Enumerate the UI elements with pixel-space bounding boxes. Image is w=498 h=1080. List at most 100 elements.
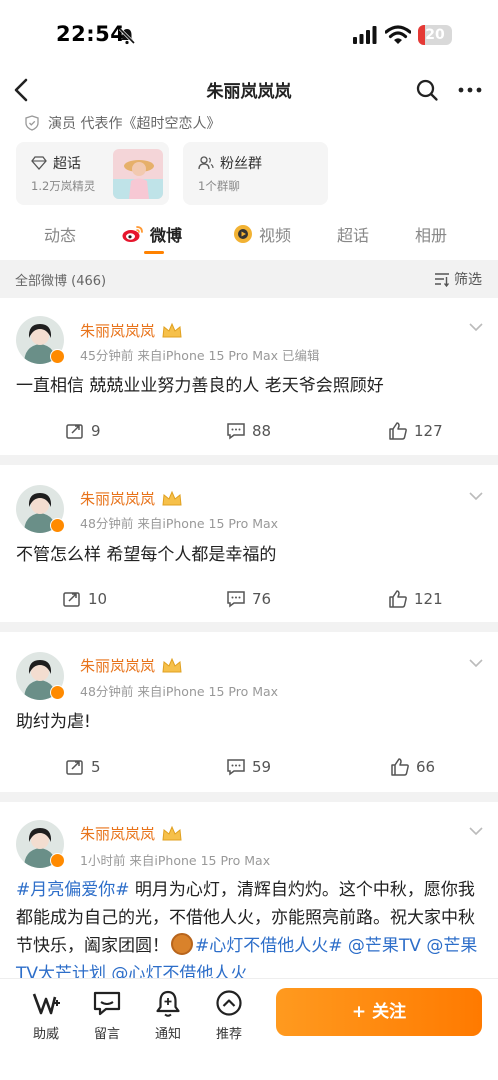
post-meta: 45分钟前 来自iPhone 15 Pro Max 已编辑: [80, 348, 320, 363]
like-button[interactable]: 66: [390, 757, 435, 777]
chaohua-title: 超话: [31, 153, 81, 173]
post-author[interactable]: 朱丽岚岚岚: [80, 320, 183, 341]
message-label: 留言: [93, 1027, 120, 1042]
mooncake-icon: [171, 933, 193, 955]
repost-icon: [63, 592, 80, 607]
comment-count: 59: [252, 758, 272, 776]
author-name: 朱丽岚岚岚: [80, 322, 156, 340]
repost-count: 9: [91, 422, 101, 440]
people-icon: [198, 156, 214, 170]
video-icon: [234, 225, 252, 243]
fans-group-card[interactable]: 粉丝群 1个群聊: [183, 142, 328, 205]
filter-label: 筛选: [454, 272, 482, 288]
bell-plus-icon: [156, 990, 180, 1017]
status-bar: 22:54 20: [0, 0, 498, 70]
battery-level: 20: [425, 27, 445, 43]
post-card[interactable]: 朱丽岚岚岚 1小时前 来自iPhone 15 Pro Max #月亮偏爱你# 明…: [0, 802, 498, 978]
chevron-down-icon[interactable]: [468, 826, 484, 836]
verified-badge-icon: [50, 349, 65, 364]
chaohua-card[interactable]: 超话 1.2万岚精灵: [16, 142, 169, 205]
fans-sub: 1个群聊: [198, 179, 240, 193]
tab-label: 相册: [415, 226, 448, 245]
post-meta: 48分钟前 来自iPhone 15 Pro Max: [80, 684, 279, 699]
comment-count: 88: [252, 422, 272, 440]
tab-label: 超话: [337, 226, 370, 245]
tab-chaohua[interactable]: 超话: [337, 222, 369, 246]
repost-button[interactable]: 10: [62, 589, 107, 609]
message-icon: [93, 991, 121, 1016]
search-icon[interactable]: [415, 78, 439, 102]
thumbs-up-icon: [389, 422, 407, 440]
post-separator: [0, 622, 498, 632]
like-count: 66: [416, 758, 436, 776]
wifi-icon: [385, 25, 411, 44]
notify-button[interactable]: 通知: [148, 989, 188, 1042]
tab-dynamic[interactable]: 动态: [44, 222, 76, 246]
message-button[interactable]: 留言: [87, 989, 127, 1042]
tab-weibo[interactable]: 微博: [122, 222, 182, 246]
repost-count: 10: [88, 590, 108, 608]
repost-icon: [66, 424, 83, 439]
follow-button[interactable]: + 关注: [276, 988, 482, 1036]
post-card[interactable]: 朱丽岚岚岚 48分钟前 来自iPhone 15 Pro Max 不管怎么样 希望…: [0, 465, 498, 622]
hashtag-link[interactable]: #心灯不借他人火#: [195, 936, 343, 956]
filter-icon: [435, 273, 450, 287]
verified-badge-icon: [50, 685, 65, 700]
profile-cards: 超话 1.2万岚精灵 粉丝群 1个群聊: [16, 142, 328, 205]
post-actions: 9 88 127: [0, 421, 498, 451]
active-tab-indicator: [144, 251, 164, 254]
comment-button[interactable]: 88: [226, 421, 271, 441]
author-name: 朱丽岚岚岚: [80, 490, 156, 508]
chaohua-sub: 1.2万岚精灵: [31, 179, 96, 193]
chevron-down-icon[interactable]: [468, 658, 484, 668]
bottom-action-bar: 助威 留言 通知 推荐 + 关注: [0, 978, 498, 1080]
cheer-label: 助威: [32, 1027, 59, 1042]
fans-title: 粉丝群: [198, 153, 262, 173]
recommend-label: 推荐: [215, 1027, 242, 1042]
post-author[interactable]: 朱丽岚岚岚: [80, 823, 183, 844]
post-author[interactable]: 朱丽岚岚岚: [80, 488, 183, 509]
post-text: 不管怎么样 希望每个人都是幸福的: [16, 545, 277, 565]
post-meta: 48分钟前 来自iPhone 15 Pro Max: [80, 516, 279, 531]
post-author[interactable]: 朱丽岚岚岚: [80, 655, 183, 676]
comment-button[interactable]: 59: [226, 757, 271, 777]
like-count: 121: [414, 590, 443, 608]
post-meta: 1小时前 来自iPhone 15 Pro Max: [80, 853, 271, 868]
cheer-button[interactable]: 助威: [26, 989, 66, 1042]
repost-button[interactable]: 5: [65, 757, 101, 777]
post-card[interactable]: 朱丽岚岚岚 48分钟前 来自iPhone 15 Pro Max 助纣为虐! 5 …: [0, 632, 498, 792]
post-separator: [0, 455, 498, 465]
fans-label: 粉丝群: [220, 156, 262, 172]
post-text: #月亮偏爱你# 明月为心灯，清辉自灼灼。这个中秋，愿你我都能成为自己的光，不借他…: [16, 876, 482, 978]
like-button[interactable]: 127: [388, 421, 443, 441]
post-card[interactable]: 朱丽岚岚岚 45分钟前 来自iPhone 15 Pro Max 已编辑 一直相信…: [0, 298, 498, 455]
more-icon[interactable]: [458, 80, 482, 100]
chaohua-label: 超话: [53, 156, 81, 172]
chaohua-thumbnail: [113, 149, 163, 199]
like-button[interactable]: 121: [388, 589, 443, 609]
chevron-down-icon[interactable]: [468, 322, 484, 332]
recommend-button[interactable]: 推荐: [209, 989, 249, 1042]
post-text: 助纣为虐!: [16, 712, 91, 732]
post-separator: [0, 792, 498, 802]
repost-button[interactable]: 9: [65, 421, 101, 441]
profile-tabs: 动态 微博 视频 超话 相册: [0, 218, 498, 258]
comment-button[interactable]: 76: [226, 589, 271, 609]
status-time: 22:54: [56, 22, 126, 46]
crown-icon: [162, 825, 182, 840]
hashtag-link[interactable]: #月亮偏爱你#: [16, 880, 130, 900]
verified-badge-icon: [50, 518, 65, 533]
repost-count: 5: [91, 758, 101, 776]
filter-button[interactable]: 筛选: [434, 269, 482, 289]
post-actions: 10 76 121: [0, 589, 498, 619]
like-count: 127: [414, 422, 443, 440]
weibo-icon: [122, 226, 143, 242]
tab-video[interactable]: 视频: [233, 222, 291, 246]
chevron-up-circle-icon: [216, 990, 242, 1016]
crown-icon: [162, 657, 182, 672]
comment-icon: [227, 759, 245, 776]
shield-icon: [25, 115, 39, 131]
chevron-down-icon[interactable]: [468, 491, 484, 501]
tab-album[interactable]: 相册: [415, 222, 447, 246]
role-text: 演员 代表作《超时空恋人》: [48, 116, 221, 132]
